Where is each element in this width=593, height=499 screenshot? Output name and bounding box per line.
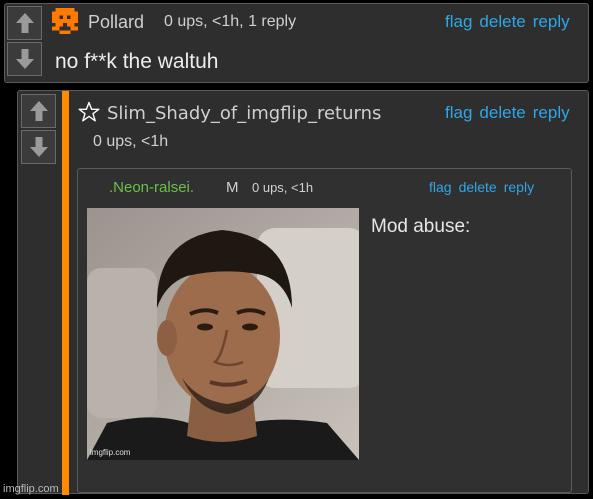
footer-watermark: imgflip.com — [3, 483, 59, 495]
comment-meta: 0 ups, <1h — [93, 133, 169, 150]
delete-link[interactable]: delete — [479, 12, 525, 31]
comment-card-pollard: Pollard 0 ups, <1h, 1 reply flag delete re… — [4, 3, 589, 83]
comment-meta: 0 ups, <1h — [252, 180, 314, 195]
reply-thread-bar — [62, 91, 69, 495]
arrow-up-icon — [29, 101, 48, 121]
vote-column — [21, 94, 58, 164]
mod-badge: M — [226, 179, 239, 196]
arrow-down-icon — [29, 137, 48, 157]
photo-watermark: imgflip.com — [90, 448, 131, 457]
comment-meta: 0 ups, <1h, 1 reply — [164, 13, 297, 30]
star-icon — [78, 101, 100, 122]
delete-link[interactable]: delete — [459, 179, 497, 195]
comment-card-slim-shady: Slim_Shady_of_imgflip_returns flag delete… — [17, 90, 589, 495]
comment-actions: flag delete reply — [429, 179, 534, 195]
reply-link[interactable]: reply — [533, 103, 570, 122]
username-link[interactable]: Slim_Shady_of_imgflip_returns — [107, 103, 381, 124]
comment-actions: flag delete reply — [445, 103, 570, 123]
downvote-button[interactable] — [21, 130, 56, 164]
flag-link[interactable]: flag — [445, 12, 472, 31]
downvote-button[interactable] — [7, 42, 42, 76]
flag-link[interactable]: flag — [429, 179, 452, 195]
arrow-down-icon — [15, 49, 34, 69]
flag-link[interactable]: flag — [445, 103, 472, 122]
comment-actions: flag delete reply — [445, 12, 570, 32]
comment-card-neon-ralsei: .Neon-ralsei. M 0 ups, <1h flag delete rep… — [77, 168, 572, 493]
delete-link[interactable]: delete — [479, 103, 525, 122]
arrow-up-icon — [15, 13, 34, 33]
reply-link[interactable]: reply — [533, 12, 570, 31]
username-link[interactable]: Pollard — [88, 12, 144, 33]
comment-text: no f**k the waltuh — [55, 50, 219, 73]
attached-photo[interactable]: imgflip.com — [87, 208, 359, 460]
upvote-button[interactable] — [21, 94, 56, 128]
vote-column — [7, 6, 44, 76]
username-link[interactable]: .Neon-ralsei. — [109, 179, 194, 196]
reply-link[interactable]: reply — [504, 179, 534, 195]
user-avatar[interactable] — [51, 8, 79, 34]
upvote-button[interactable] — [7, 6, 42, 40]
comment-text: Mod abuse: — [371, 216, 471, 237]
